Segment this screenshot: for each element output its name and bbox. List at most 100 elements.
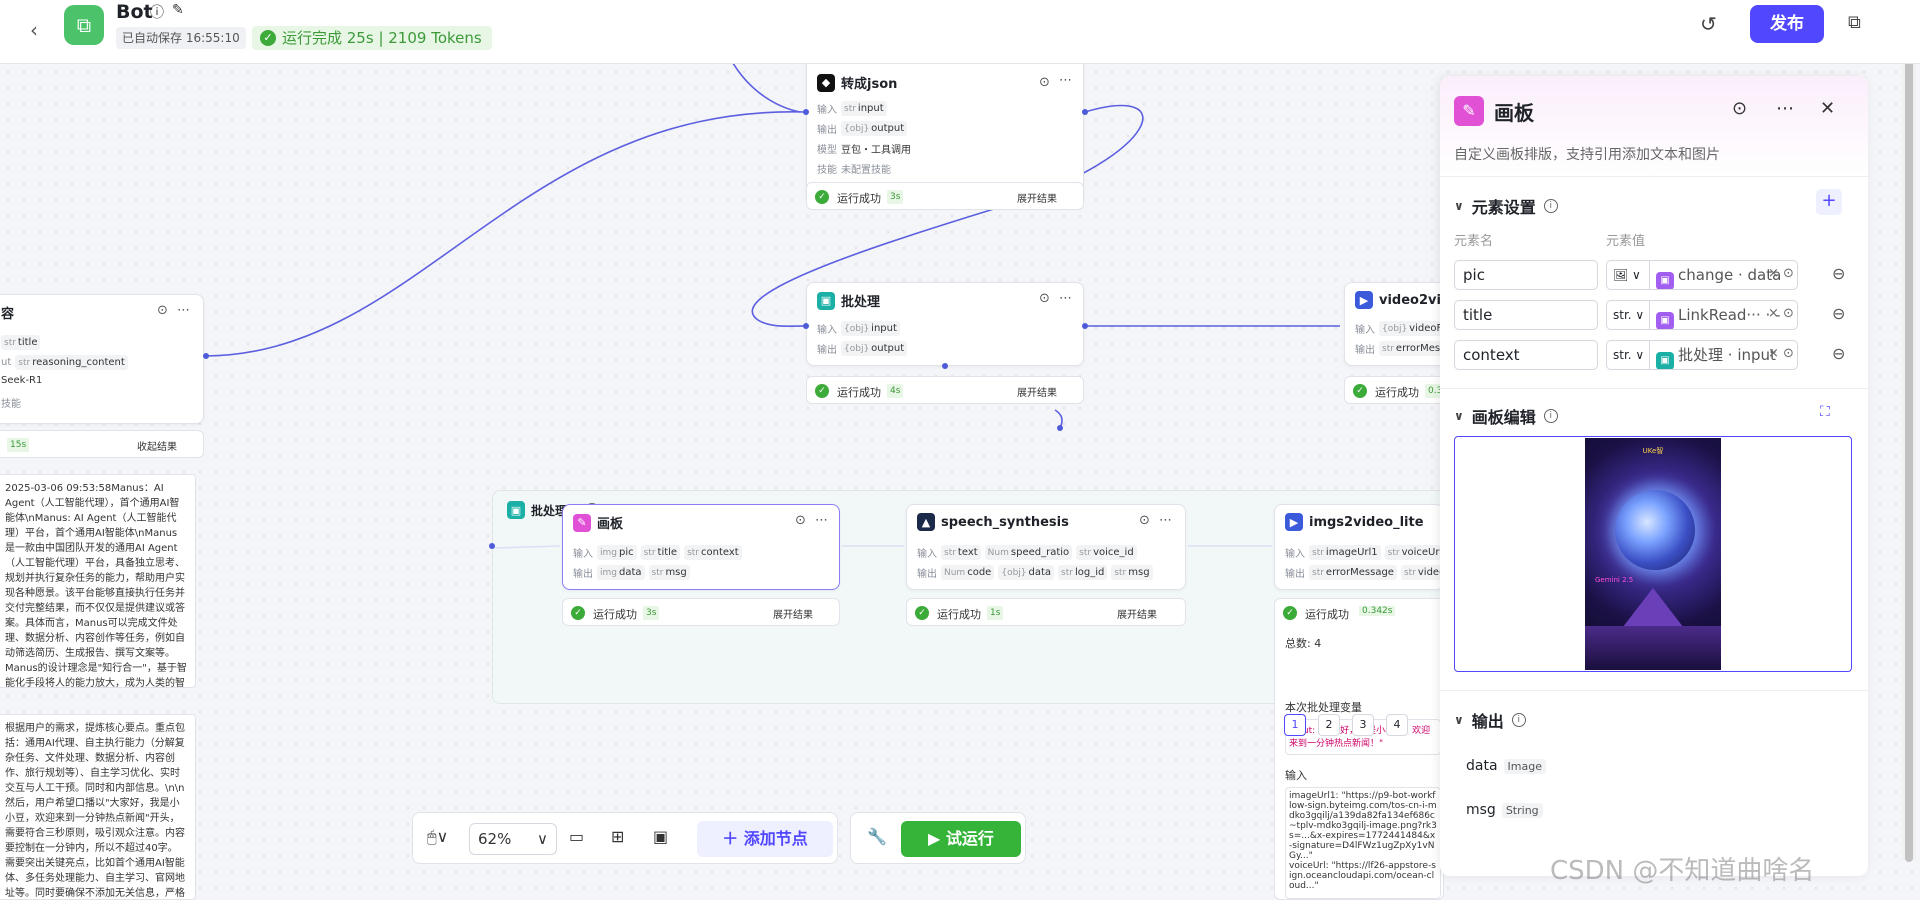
page-button-1[interactable]: 1 — [1284, 714, 1306, 736]
canvas-node-status[interactable]: ✓ 运行成功 3s 展开结果 — [562, 598, 840, 626]
log-output-panel: 2025-03-06 09:53:58Manus：AI Agent（人工智能代理… — [0, 474, 196, 688]
info-icon[interactable]: i — [1543, 409, 1558, 423]
clear-value-icon[interactable]: × ⊙ — [1768, 346, 1794, 361]
layout-icon[interactable]: ⧉ — [1848, 12, 1861, 33]
more-icon[interactable]: ⋯ — [1059, 73, 1072, 88]
port[interactable] — [1082, 109, 1088, 115]
editor-section-header[interactable]: ∨ 画板编辑 i — [1454, 404, 1558, 428]
canvas-icon: ✎ — [573, 513, 591, 532]
fullscreen-icon[interactable]: ⛶ — [1820, 404, 1830, 420]
element-type-select[interactable]: str. ∨ — [1606, 340, 1650, 370]
video-icon: ▶ — [1285, 513, 1303, 531]
image-type-icon: 🖼 — [1613, 268, 1629, 282]
elements-section-header[interactable]: ∨ 元素设置 i — [1454, 194, 1558, 218]
page-scrollbar[interactable] — [1902, 40, 1916, 862]
watermark: CSDN @不知道曲啥名 — [1550, 856, 1815, 886]
more-icon[interactable]: ⋯ — [1159, 513, 1172, 528]
history-icon[interactable]: ↺ — [1700, 12, 1717, 36]
info-icon[interactable]: i — [1511, 713, 1526, 727]
node-ref-icon: ▣ — [1656, 272, 1674, 289]
remove-element-icon[interactable]: ⊖ — [1832, 344, 1845, 363]
add-node-button[interactable]: ＋ 添加节点 — [697, 821, 833, 857]
clear-value-icon[interactable]: × ⊙ — [1768, 306, 1794, 321]
node-imgs2video[interactable]: ▶ imgs2video_lite 输入 str imageUrl1 str voic… — [1274, 504, 1456, 590]
mouse-mode-icon[interactable]: 🖱∨ — [427, 827, 448, 847]
to-json-status[interactable]: ✓ 运行成功 3s 展开结果 — [806, 182, 1084, 210]
node-left-llm[interactable]: 容 ⊙ ⋯ str title ut str reasoning_content Se… — [0, 294, 204, 424]
port[interactable] — [489, 543, 495, 549]
minimap-icon[interactable]: ▣ — [653, 827, 668, 846]
element-name-input[interactable]: pic — [1454, 260, 1598, 290]
port[interactable] — [203, 353, 209, 359]
element-type-select[interactable]: str. ∨ — [1606, 300, 1650, 330]
video-icon: ▶ — [1355, 291, 1373, 309]
node-ref-icon: ▣ — [1656, 312, 1674, 329]
batch-status[interactable]: ✓ 运行成功 4s 展开结果 — [806, 376, 1084, 404]
page-button-2[interactable]: 2 — [1318, 714, 1340, 736]
speech-node-status[interactable]: ✓ 运行成功 1s 展开结果 — [906, 598, 1186, 626]
info-icon[interactable]: ⓘ — [150, 2, 164, 22]
check-circle-icon: ✓ — [915, 606, 929, 620]
expand-result-link[interactable]: 展开结果 — [1017, 190, 1057, 205]
check-circle-icon: ✓ — [815, 190, 829, 204]
expand-result-link[interactable]: 展开结果 — [1017, 384, 1057, 399]
canvas-icon: ✎ — [1454, 96, 1484, 126]
page-button-3[interactable]: 3 — [1352, 714, 1374, 736]
chevron-down-icon: ∨ — [1454, 409, 1464, 423]
run-status-badge: ✓ 运行完成 25s | 2109 Tokens — [252, 26, 492, 50]
port[interactable] — [1082, 323, 1088, 329]
reasoning-output-panel: 根据用户的需求，提炼核心要点。重点包括：通用AI代理、自主执行能力（分解复杂任务… — [0, 714, 196, 900]
canvas-preview[interactable]: UKe智 Gemini 2.5 — [1454, 436, 1852, 672]
expand-result-link[interactable]: 展开结果 — [1117, 606, 1157, 621]
clear-value-icon[interactable]: × ⊙ — [1768, 266, 1794, 281]
add-element-button[interactable]: + — [1816, 189, 1842, 215]
element-name-input[interactable]: title — [1454, 300, 1598, 330]
layout-grid-icon[interactable]: ⊞ — [611, 827, 624, 846]
remove-element-icon[interactable]: ⊖ — [1832, 264, 1845, 283]
info-icon[interactable]: i — [1543, 199, 1558, 213]
run-node-icon[interactable]: ⊙ — [157, 303, 168, 318]
port[interactable] — [942, 363, 948, 369]
close-icon[interactable]: ✕ — [1820, 98, 1835, 119]
batch-ref-icon: ▣ — [1656, 352, 1674, 369]
chevron-down-icon: ∨ — [1454, 713, 1464, 727]
edge-to-json-in — [205, 111, 807, 357]
output-item: data Image — [1466, 758, 1546, 774]
publish-button[interactable]: 发布 — [1750, 5, 1824, 43]
collapse-result-link[interactable]: 收起结果 — [137, 438, 177, 453]
run-node-icon[interactable]: ⊙ — [1039, 75, 1050, 90]
more-icon[interactable]: ⋯ — [1776, 98, 1794, 119]
more-icon[interactable]: ⋯ — [177, 303, 190, 318]
port[interactable] — [1057, 425, 1063, 431]
remove-element-icon[interactable]: ⊖ — [1832, 304, 1845, 323]
run-node-icon[interactable]: ⊙ — [1139, 513, 1150, 528]
edit-icon[interactable]: ✎ — [172, 2, 184, 18]
element-type-select[interactable]: 🖼 ∨ — [1606, 260, 1650, 290]
zoom-select[interactable]: 62% ∨ — [469, 823, 557, 855]
check-circle-icon: ✓ — [1283, 606, 1297, 620]
node-speech-synthesis[interactable]: ▲ speech_synthesis ⊙ ⋯ 输入 str text Num spee… — [906, 504, 1186, 590]
element-name-input[interactable]: context — [1454, 340, 1598, 370]
output-item: msg String — [1466, 802, 1543, 818]
port[interactable] — [803, 323, 809, 329]
more-icon[interactable]: ⋯ — [1059, 291, 1072, 306]
test-run-button[interactable]: ▶ 试运行 — [901, 821, 1021, 857]
more-icon[interactable]: ⋯ — [815, 513, 828, 528]
run-node-icon[interactable]: ⊙ — [1039, 291, 1050, 306]
port[interactable] — [803, 109, 809, 115]
expand-result-link[interactable]: 展开结果 — [773, 606, 813, 621]
left-node-status[interactable]: 15s 收起结果 — [0, 430, 204, 458]
page-button-4[interactable]: 4 — [1386, 714, 1408, 736]
autosave-status: 已自动保存 16:55:10 — [116, 27, 246, 49]
canvas-toolbar: 🖱∨ 62% ∨ ▭ ⊞ ▣ ＋ 添加节点 — [412, 812, 838, 864]
run-node-icon[interactable]: ⊙ — [795, 513, 806, 528]
node-batch[interactable]: ▣ 批处理 ⊙ ⋯ 输入 {obj} input 输出 {obj} output — [806, 282, 1084, 366]
back-icon[interactable]: ‹ — [30, 18, 38, 42]
node-canvas[interactable]: ✎ 画板 ⊙ ⋯ 输入 img pic str title str context 输出… — [562, 504, 840, 590]
output-section-header[interactable]: ∨ 输出 i — [1454, 708, 1526, 732]
run-node-icon[interactable]: ⊙ — [1732, 98, 1747, 119]
input-json-value: imageUrl1: "https://p9-bot-workflow-sign… — [1285, 787, 1441, 899]
wrench-icon[interactable]: 🔧 — [867, 827, 887, 846]
imgs2video-result-panel: ✓ 运行成功 0.342s 总数: 4 本次批处理变量 input: "大家好，… — [1274, 598, 1444, 900]
comment-icon[interactable]: ▭ — [569, 827, 584, 846]
